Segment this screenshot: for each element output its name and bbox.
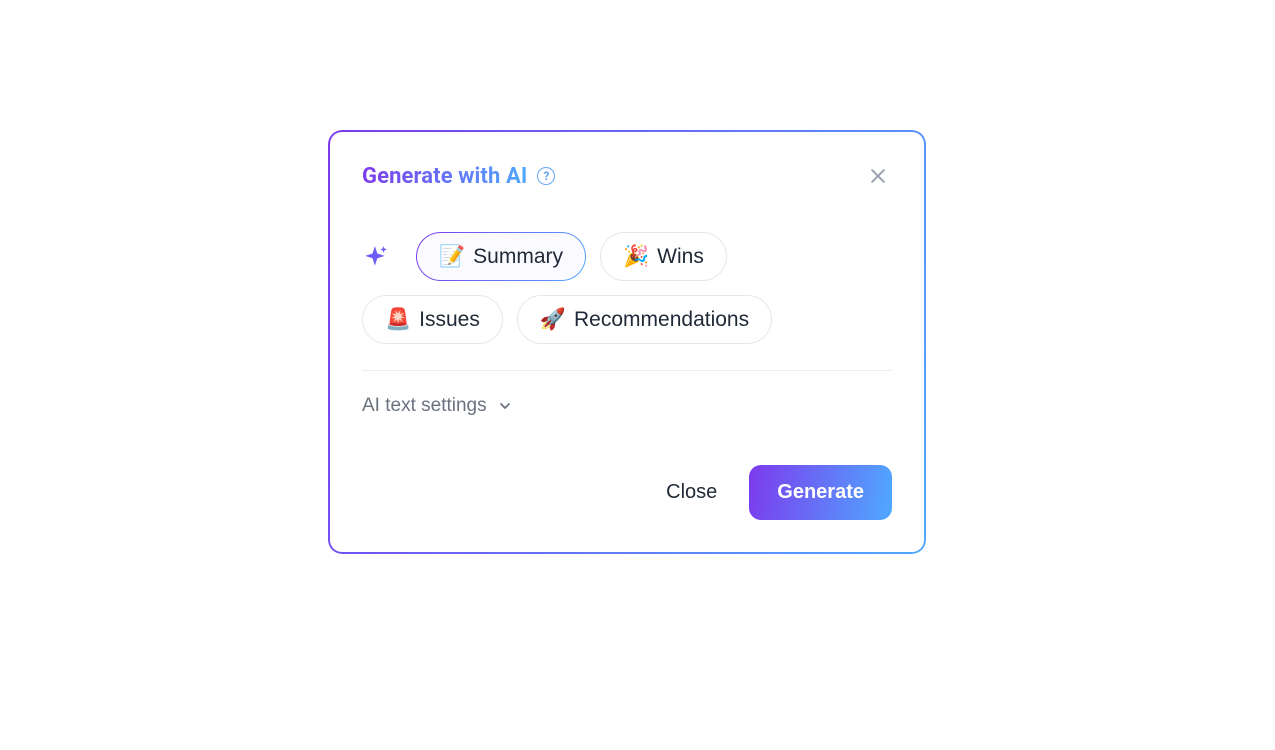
options-row-1: 📝 Summary 🎉 Wins — [362, 232, 892, 281]
close-icon-button[interactable] — [864, 162, 892, 190]
generate-ai-modal: Generate with AI ? 📝 Summary 🎉 Wins — [328, 130, 926, 554]
modal-footer: Close Generate — [362, 465, 892, 520]
generate-button[interactable]: Generate — [749, 465, 892, 520]
option-label: Wins — [657, 246, 704, 267]
chevron-down-icon — [497, 398, 513, 414]
alert-icon: 🚨 — [385, 309, 411, 330]
options-row-2: 🚨 Issues 🚀 Recommendations — [362, 295, 892, 344]
option-label: Summary — [473, 246, 563, 267]
title-wrap: Generate with AI ? — [362, 164, 555, 189]
divider — [362, 370, 892, 371]
modal-title: Generate with AI — [362, 164, 527, 189]
modal-header: Generate with AI ? — [362, 162, 892, 190]
ai-text-settings-toggle[interactable]: AI text settings — [362, 395, 513, 417]
party-icon: 🎉 — [623, 246, 649, 267]
settings-label: AI text settings — [362, 395, 487, 417]
option-issues[interactable]: 🚨 Issues — [362, 295, 503, 344]
option-label: Issues — [419, 309, 480, 330]
option-recommendations[interactable]: 🚀 Recommendations — [517, 295, 772, 344]
close-button[interactable]: Close — [658, 471, 725, 514]
rocket-icon: 🚀 — [540, 309, 566, 330]
sparkle-icon — [362, 243, 390, 271]
close-icon — [868, 166, 888, 186]
option-summary[interactable]: 📝 Summary — [416, 232, 586, 281]
help-icon[interactable]: ? — [537, 167, 555, 185]
option-wins[interactable]: 🎉 Wins — [600, 232, 727, 281]
option-label: Recommendations — [574, 309, 749, 330]
memo-icon: 📝 — [439, 246, 465, 267]
